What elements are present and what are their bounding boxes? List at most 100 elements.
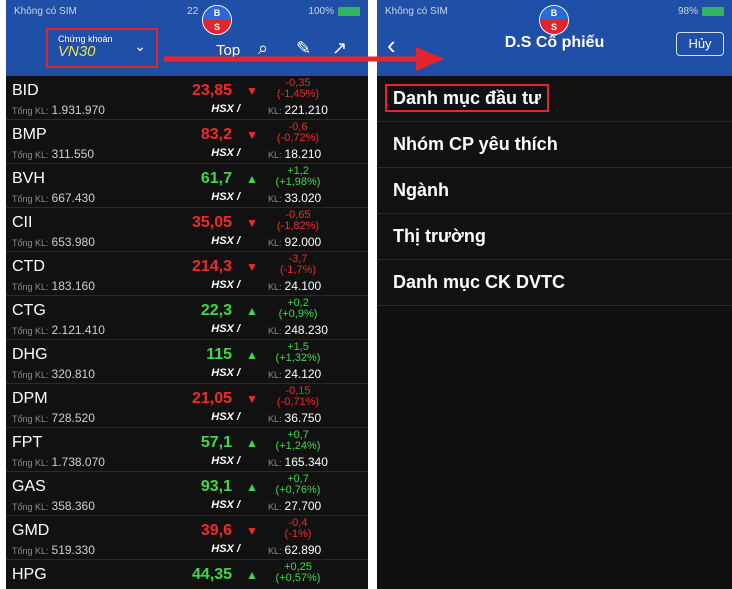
price-change: +0,2 (+0,9%): [278, 297, 318, 320]
total-volume: Tổng KL: 667.430: [12, 191, 95, 205]
total-volume: Tổng KL: 183.160: [12, 279, 95, 293]
stock-price: 93,1: [200, 478, 232, 495]
carrier-text: Không có SIM: [14, 5, 77, 17]
exchange-label: HSX /: [211, 103, 240, 115]
stock-price: 115: [206, 346, 232, 363]
match-volume: KL: 92.000: [268, 235, 322, 249]
down-arrow-icon: ▼: [246, 84, 258, 98]
logo-letter-top: B: [203, 6, 231, 20]
total-volume: Tổng KL: 519.330: [12, 543, 95, 557]
menu-item-label: Danh mục đầu tư: [385, 84, 550, 112]
stock-row[interactable]: HPGTổng KL:44,35▲+0,25(+0,57%)KL:: [6, 560, 368, 589]
price-change: -0,4 (-1%): [284, 517, 312, 540]
category-menu-item[interactable]: Ngành: [377, 168, 732, 214]
category-menu-item[interactable]: Danh mục CK DVTC: [377, 260, 732, 306]
annotation-arrow: [164, 47, 444, 71]
match-volume: KL: 24.120: [268, 367, 322, 381]
chevron-down-icon: ⌄: [134, 38, 146, 54]
total-volume: Tổng KL: 653.980: [12, 235, 95, 249]
menu-item-label: Ngành: [393, 180, 449, 200]
menu-item-label: Danh mục CK DVTC: [393, 272, 566, 292]
match-volume: KL: 165.340: [268, 455, 328, 469]
stock-row[interactable]: BID Tổng KL: 1.931.970 23,85 HSX / ▼ -0,35 (-1,…: [6, 76, 368, 120]
total-volume: Tổng KL: 1.931.970: [12, 103, 105, 117]
price-change: +0,7 (+1,24%): [275, 429, 321, 452]
stock-row[interactable]: FPT Tổng KL: 1.738.070 57,1 HSX / ▲ +0,7 (+1,24…: [6, 428, 368, 472]
stock-row[interactable]: GMD Tổng KL: 519.330 39,6 HSX / ▼ -0,4 (-1%) KL:…: [6, 516, 368, 560]
stock-code: HPG: [12, 566, 47, 583]
exchange-label: HSX /: [211, 499, 240, 511]
stock-row[interactable]: CTD Tổng KL: 183.160 214,3 HSX / ▼ -3,7 (-1,7%)…: [6, 252, 368, 296]
category-menu: Danh mục đầu tư Nhóm CP yêu thích Ngành Thị…: [377, 76, 732, 306]
stock-price: 83,2: [200, 126, 232, 143]
down-arrow-icon: ▼: [246, 216, 258, 230]
exchange-label: HSX /: [211, 411, 240, 423]
stock-code: CII: [12, 214, 33, 231]
price-change: -0,15 (-0,71%): [276, 385, 320, 408]
stock-code: GMD: [12, 522, 50, 539]
exchange-label: HSX /: [211, 147, 240, 159]
exchange-label: HSX /: [211, 323, 240, 335]
match-volume: KL: 36.750: [268, 411, 322, 425]
exchange-label: HSX /: [211, 235, 240, 247]
stock-code: DHG: [12, 346, 48, 363]
status-bar: Không có SIM 22 100%: [6, 0, 368, 22]
battery-text: 100%: [308, 5, 334, 17]
stock-price: 39,6: [200, 522, 232, 539]
stock-price: 57,1: [200, 434, 232, 451]
down-arrow-icon: ▼: [246, 260, 258, 274]
category-menu-item[interactable]: Thị trường: [377, 214, 732, 260]
down-arrow-icon: ▼: [246, 128, 258, 142]
stock-row[interactable]: BMP Tổng KL: 311.550 83,2 HSX / ▼ -0,6 (-0,72%)…: [6, 120, 368, 164]
total-volume: Tổng KL: 320.810: [12, 367, 95, 381]
battery-icon: [337, 6, 360, 16]
stock-row[interactable]: CTG Tổng KL: 2.121.410 22,3 HSX / ▲ +0,2 (+0,9%…: [6, 296, 368, 340]
app-logo-right: B S: [539, 5, 569, 35]
exchange-label: HSX /: [211, 367, 240, 379]
match-volume: KL: 221.210: [268, 103, 328, 117]
match-volume: KL: 62.890: [268, 543, 322, 557]
stock-row[interactable]: BVH Tổng KL: 667.430 61,7 HSX / ▲ +1,2 (+1,98%)…: [6, 164, 368, 208]
app-logo: B S: [202, 5, 232, 35]
total-volume: Tổng KL: 1.738.070: [12, 455, 105, 469]
stock-category-screen: Không có SIM 98% ‹ D.S Cổ phiếu Hủy B S …: [377, 0, 732, 589]
stock-price: 44,35: [191, 566, 232, 583]
exchange-label: HSX /: [211, 455, 240, 467]
up-arrow-icon: ▲: [246, 172, 258, 186]
stock-code: FPT: [12, 434, 43, 451]
stock-list-screen: Không có SIM 22 100% Chứng khoán VN30 ⌄ …: [6, 0, 368, 589]
stock-code: BVH: [12, 170, 45, 187]
stock-row[interactable]: DHG Tổng KL: 320.810 115 HSX / ▲ +1,5 (+1,32%) K…: [6, 340, 368, 384]
stock-price: 61,7: [200, 170, 232, 187]
stock-code: CTG: [12, 302, 46, 319]
stock-code: BID: [12, 82, 39, 99]
total-volume: Tổng KL: 311.550: [12, 147, 95, 161]
stock-code: DPM: [12, 390, 48, 407]
stock-row[interactable]: CII Tổng KL: 653.980 35,05 HSX / ▼ -0,65 (-1,82…: [6, 208, 368, 252]
price-change: +1,2 (+1,98%): [275, 165, 321, 188]
carrier-text-right: Không có SIM: [385, 5, 448, 17]
menu-item-label: Thị trường: [393, 226, 486, 246]
category-menu-item[interactable]: Nhóm CP yêu thích: [377, 122, 732, 168]
price-change: +0,7 (+0,76%): [275, 473, 321, 496]
exchange-label: HSX /: [211, 191, 240, 203]
stock-row[interactable]: GAS Tổng KL: 358.360 93,1 HSX / ▲ +0,7 (+0,76%)…: [6, 472, 368, 516]
match-volume: KL: 248.230: [268, 323, 328, 337]
stock-row[interactable]: DPM Tổng KL: 728.520 21,05 HSX / ▼ -0,15 (-0,71…: [6, 384, 368, 428]
price-change: -0,65 (-1,82%): [276, 209, 320, 232]
cancel-button[interactable]: Hủy: [676, 32, 724, 56]
exchange-label: HSX /: [211, 279, 240, 291]
price-change: -0,35 (-1,45%): [276, 77, 320, 100]
match-volume: KL: 33.020: [268, 191, 322, 205]
logo-letter-top-right: B: [540, 6, 568, 20]
down-arrow-icon: ▼: [246, 524, 258, 538]
match-volume: KL: 24.100: [268, 279, 322, 293]
stock-code: CTD: [12, 258, 45, 275]
battery-text-right: 98%: [677, 5, 698, 17]
category-menu-item[interactable]: Danh mục đầu tư: [377, 76, 732, 122]
price-change: +1,5 (+1,32%): [275, 341, 321, 364]
index-selector[interactable]: Chứng khoán VN30 ⌄: [46, 28, 158, 68]
price-change: -0,6 (-0,72%): [276, 121, 320, 144]
up-arrow-icon: ▲: [246, 348, 258, 362]
stock-price: 214,3: [191, 258, 232, 275]
